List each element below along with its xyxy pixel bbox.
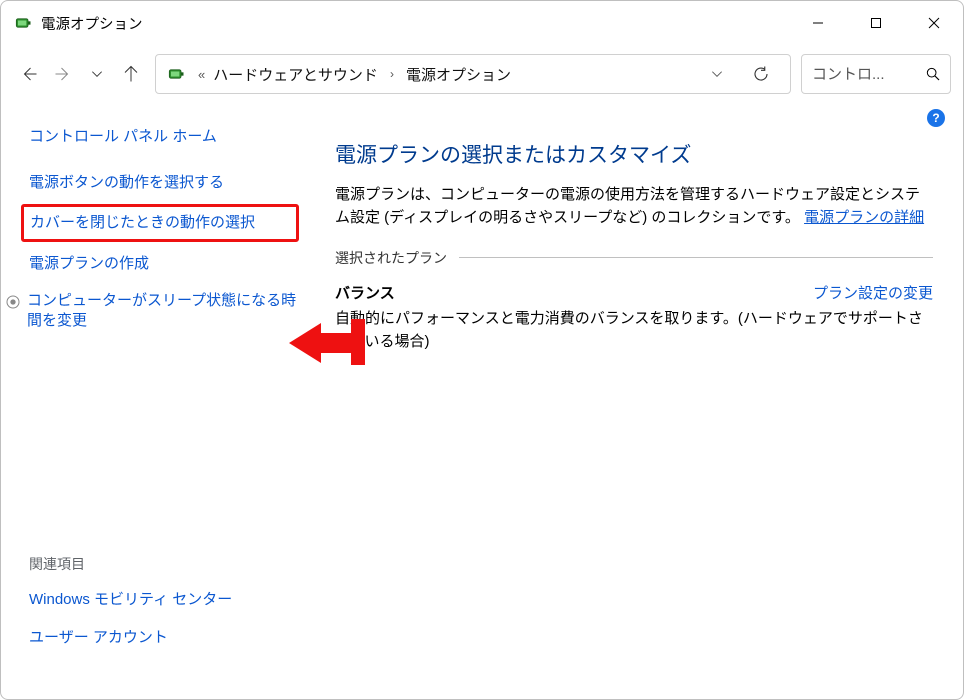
refresh-button[interactable] — [736, 55, 784, 93]
close-button[interactable] — [905, 1, 963, 45]
search-box[interactable] — [801, 54, 951, 94]
chevron-right-icon[interactable]: › — [390, 67, 394, 81]
content-area: ? コントロール パネル ホーム 電源ボタンの動作を選択する カバーを閉じたとき… — [1, 103, 963, 699]
breadcrumb-part-power-options[interactable]: 電源オプション — [404, 64, 513, 85]
page-heading: 電源プランの選択またはカスタマイズ — [335, 139, 933, 169]
search-icon[interactable] — [924, 65, 942, 83]
recent-locations-button[interactable] — [81, 56, 113, 92]
divider — [459, 257, 933, 258]
forward-button[interactable] — [47, 56, 79, 92]
navbar: « ハードウェアとサウンド › 電源オプション — [1, 45, 963, 103]
plan-description: 自動的にパフォーマンスと電力消費のバランスを取ります。(ハードウェアでサポートさ… — [335, 307, 933, 354]
search-input[interactable] — [810, 65, 924, 84]
minimize-button[interactable] — [789, 1, 847, 45]
page-description: 電源プランは、コンピューターの電源の使用方法を管理するハードウェア設定とシステム… — [335, 183, 933, 230]
plan-name-balance: バランス — [335, 282, 395, 303]
change-plan-settings-link[interactable]: プラン設定の変更 — [813, 282, 933, 303]
mobility-center-link[interactable]: Windows モビリティ センター — [29, 591, 232, 608]
control-panel-window: 電源オプション — [0, 0, 964, 700]
breadcrumb-icon — [164, 62, 188, 86]
breadcrumb-dropdown-button[interactable] — [700, 55, 734, 93]
related-items-heading: 関連項目 — [29, 554, 297, 574]
sleep-time-link[interactable]: コンピューターがスリープ状態になる時間を変更 — [27, 291, 297, 330]
window-title: 電源オプション — [41, 13, 143, 34]
power-options-icon — [13, 13, 33, 33]
titlebar: 電源オプション — [1, 1, 963, 45]
up-button[interactable] — [115, 56, 147, 92]
main-content: 電源プランの選択またはカスタマイズ 電源プランは、コンピューターの電源の使用方法… — [317, 103, 963, 699]
user-accounts-link[interactable]: ユーザー アカウント — [29, 629, 168, 646]
power-plan-details-link[interactable]: 電源プランの詳細 — [804, 209, 924, 226]
back-button[interactable] — [13, 56, 45, 92]
breadcrumb-prefix-icon: « — [198, 67, 205, 82]
breadcrumb-part-hardware-sound[interactable]: ハードウェアとサウンド — [211, 64, 380, 85]
power-button-behavior-link[interactable]: 電源ボタンの動作を選択する — [29, 174, 224, 191]
create-power-plan-link[interactable]: 電源プランの作成 — [29, 255, 149, 272]
left-nav: コントロール パネル ホーム 電源ボタンの動作を選択する カバーを閉じたときの動… — [1, 103, 317, 699]
selected-plan-label: 選択されたプラン — [335, 248, 933, 268]
help-button[interactable]: ? — [927, 109, 945, 127]
maximize-button[interactable] — [847, 1, 905, 45]
shield-icon — [5, 293, 21, 311]
lid-close-behavior-link[interactable]: カバーを閉じたときの動作の選択 — [30, 214, 255, 231]
highlight-annotation: カバーを閉じたときの動作の選択 — [21, 204, 299, 242]
control-panel-home-link[interactable]: コントロール パネル ホーム — [29, 128, 217, 145]
section-label-text: 選択されたプラン — [335, 248, 447, 268]
breadcrumb[interactable]: « ハードウェアとサウンド › 電源オプション — [155, 54, 791, 94]
